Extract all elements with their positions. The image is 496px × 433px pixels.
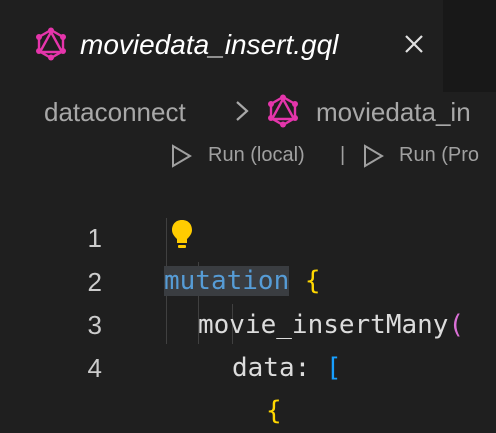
run-prod-link[interactable]: Run (Pro [399,142,479,168]
line-number: 4 [87,353,102,383]
code-line[interactable]: 3 data: [ [0,261,496,383]
breadcrumb-folder[interactable]: dataconnect [44,94,186,130]
tab-bar: moviedata_insert.gql [0,0,496,92]
breadcrumb: dataconnect moviedata_in [0,92,496,134]
codelens-divider: | [340,144,346,166]
run-local-link[interactable]: Run (local) [208,142,305,168]
tab-title: moviedata_insert.gql [80,29,339,60]
breadcrumb-file[interactable]: moviedata_in [316,94,471,130]
code-text: data: [ [232,347,342,390]
code-line[interactable]: 2 movie_insertMany( [0,218,496,340]
chevron-right-icon [236,101,249,121]
field-token: data: [232,353,326,383]
lightbulb-icon[interactable] [170,218,194,252]
close-icon[interactable] [398,28,430,60]
bracket-token: [ [325,353,342,383]
play-icon[interactable] [362,144,384,168]
brace-token: { [266,396,282,426]
code-line[interactable]: 1 mutation { [0,174,496,296]
editor-tab-active[interactable]: moviedata_insert.gql [0,0,443,92]
play-icon[interactable] [170,144,192,168]
graphql-icon [268,94,298,128]
code-text: { [266,390,282,433]
code-line[interactable]: 4 { [0,304,496,426]
graphql-icon [36,27,66,61]
